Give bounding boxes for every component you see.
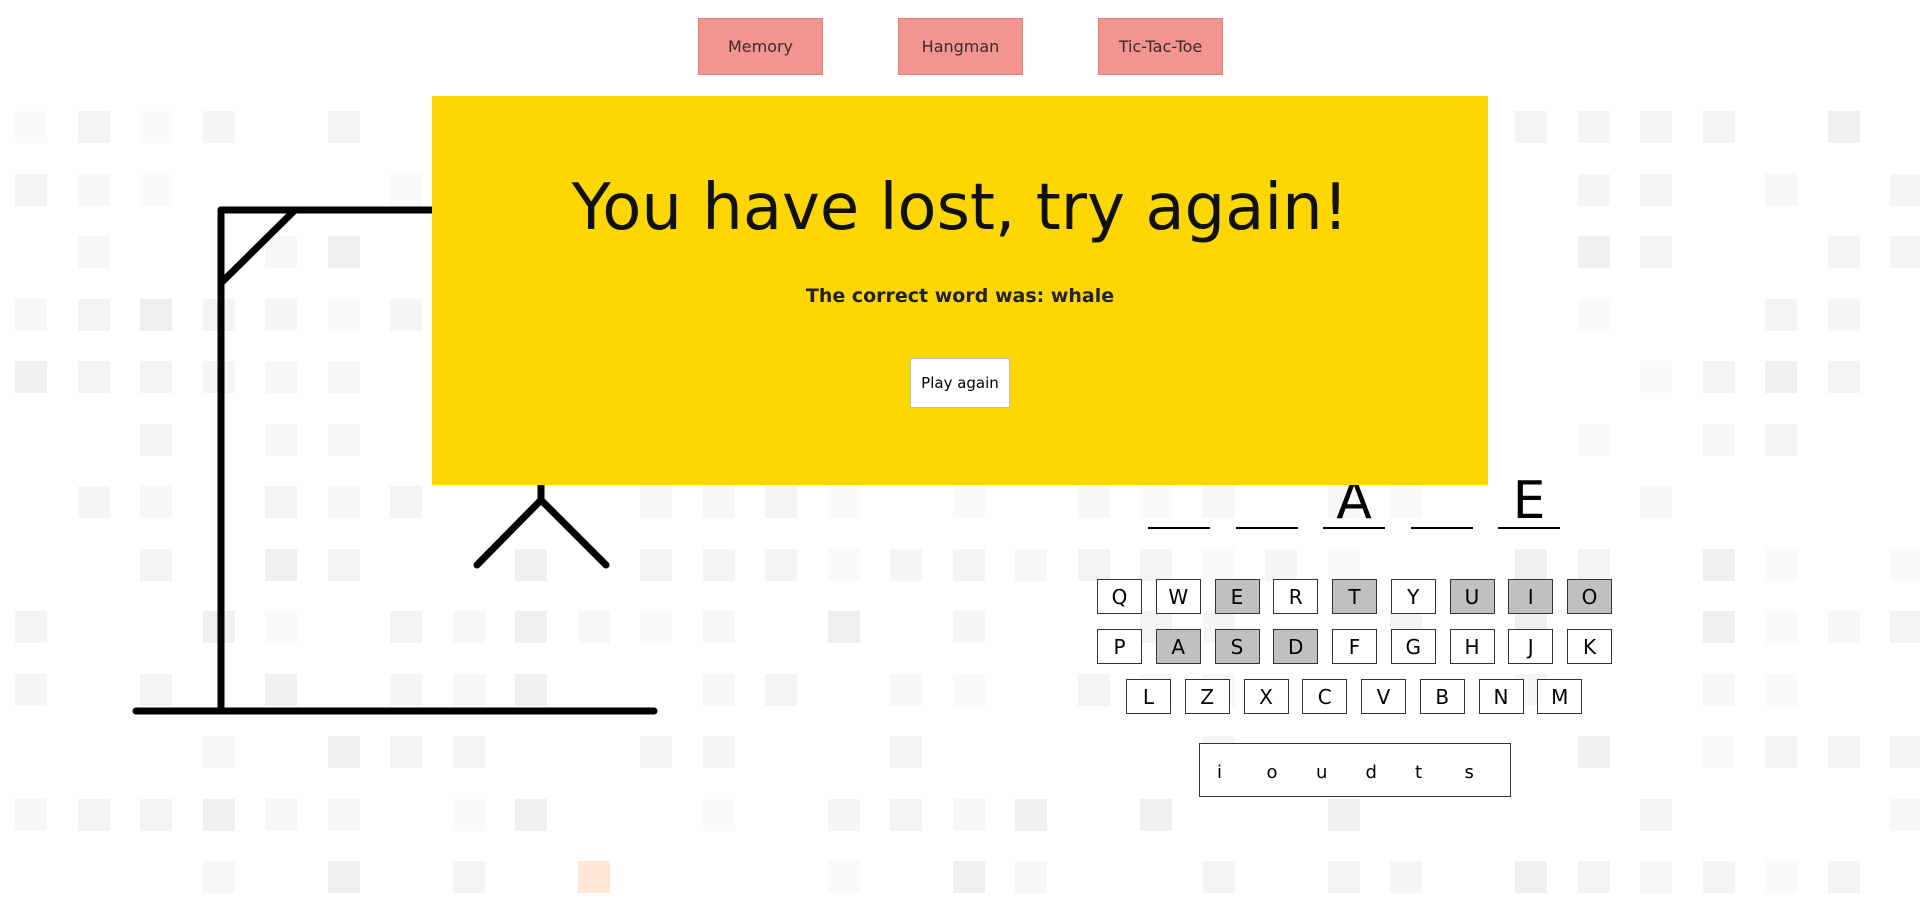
key-a[interactable]: A xyxy=(1155,629,1201,664)
play-again-button[interactable]: Play again xyxy=(910,358,1010,408)
correct-word-text: The correct word was: whale xyxy=(805,285,1115,307)
key-y[interactable]: Y xyxy=(1390,579,1436,614)
guessed-letters-box: ioudts xyxy=(1199,743,1511,797)
nav-button-memory[interactable]: Memory xyxy=(698,18,823,75)
key-i[interactable]: I xyxy=(1508,579,1554,614)
key-n[interactable]: N xyxy=(1478,679,1524,714)
key-m[interactable]: M xyxy=(1537,679,1583,714)
key-o[interactable]: O xyxy=(1567,579,1612,614)
word-slot: E xyxy=(1498,475,1560,529)
key-w[interactable]: W xyxy=(1155,579,1201,614)
key-v[interactable]: V xyxy=(1361,679,1406,714)
game-over-modal: You have lost, try again! The correct wo… xyxy=(432,96,1488,485)
key-c[interactable]: C xyxy=(1302,679,1348,714)
key-z[interactable]: Z xyxy=(1184,679,1230,714)
guessed-letter: i xyxy=(1217,762,1223,783)
gallows-brace xyxy=(217,206,299,287)
guessed-letter: d xyxy=(1365,762,1377,783)
key-r[interactable]: R xyxy=(1273,579,1319,614)
nav-button-tictactoe[interactable]: Tic-Tac-Toe xyxy=(1098,18,1223,75)
key-j[interactable]: J xyxy=(1508,629,1554,664)
key-b[interactable]: B xyxy=(1419,679,1465,714)
nav-button-hangman[interactable]: Hangman xyxy=(898,18,1023,75)
key-f[interactable]: F xyxy=(1332,629,1377,664)
key-q[interactable]: Q xyxy=(1097,579,1142,614)
figure-right-leg xyxy=(537,496,610,569)
key-d[interactable]: D xyxy=(1273,629,1319,664)
key-k[interactable]: K xyxy=(1567,629,1612,664)
guessed-letter: s xyxy=(1464,762,1474,783)
key-h[interactable]: H xyxy=(1449,629,1495,664)
modal-title: You have lost, try again! xyxy=(571,171,1349,245)
key-s[interactable]: S xyxy=(1214,629,1260,664)
key-x[interactable]: X xyxy=(1243,679,1289,714)
guessed-letter: o xyxy=(1266,762,1278,783)
guessed-letter: t xyxy=(1415,762,1423,783)
guessed-letter: u xyxy=(1316,762,1328,783)
key-e[interactable]: E xyxy=(1214,579,1260,614)
key-p[interactable]: P xyxy=(1097,629,1142,664)
key-g[interactable]: G xyxy=(1390,629,1436,664)
key-t[interactable]: T xyxy=(1332,579,1377,614)
key-l[interactable]: L xyxy=(1126,679,1171,714)
figure-left-leg xyxy=(473,496,545,569)
key-u[interactable]: U xyxy=(1449,579,1495,614)
